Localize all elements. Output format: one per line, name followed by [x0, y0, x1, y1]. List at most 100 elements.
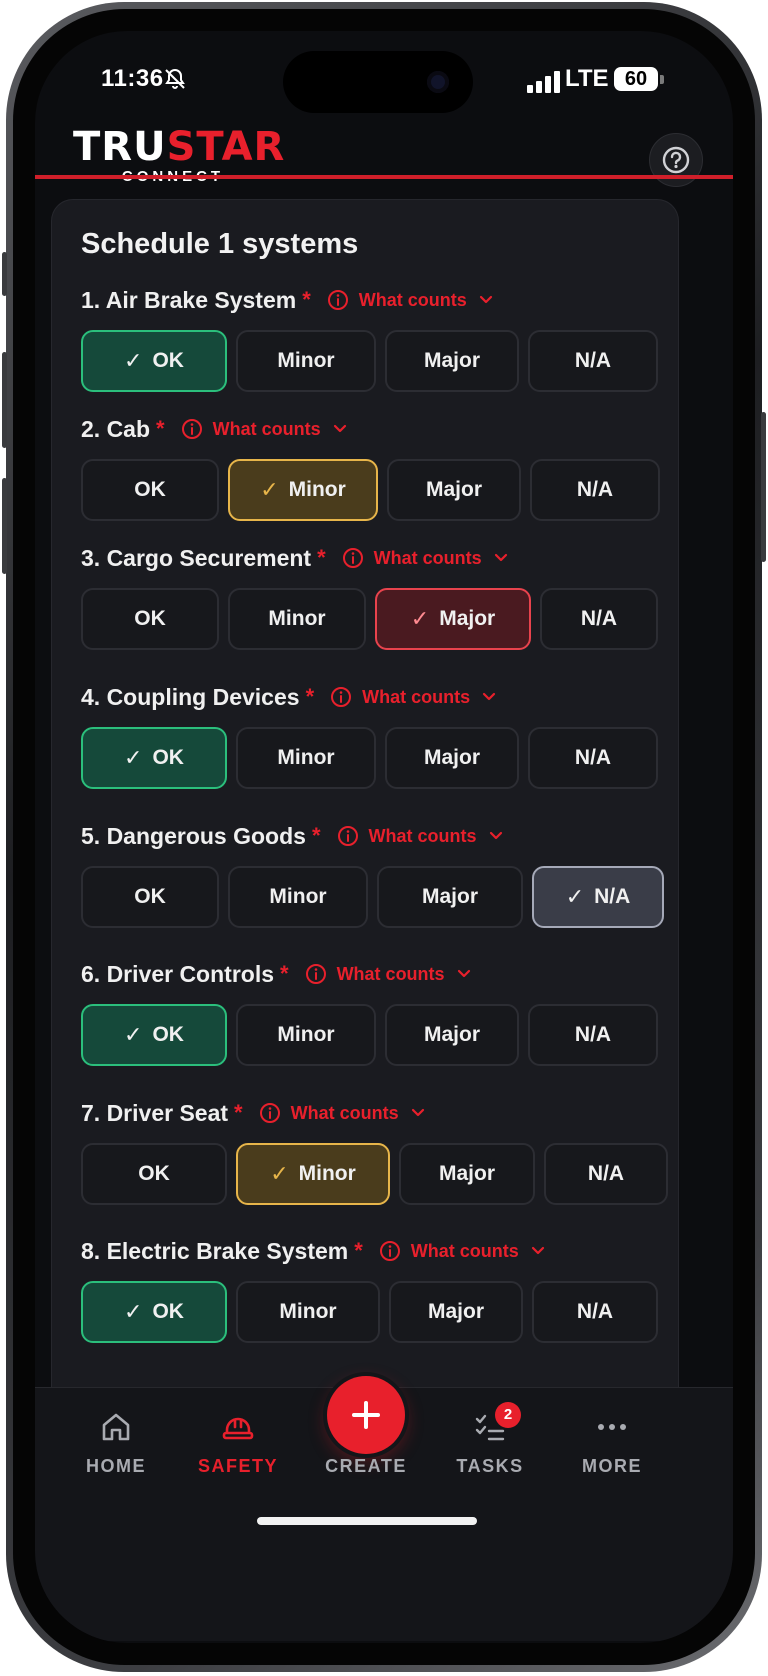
severity-options: ✓ OK Minor Major N/A [81, 1004, 661, 1068]
question-header: 2. Cab * What counts [81, 409, 661, 449]
nav-create-label: CREATE [325, 1456, 407, 1476]
option-ok-button[interactable]: ✓ OK [81, 1281, 227, 1343]
what-counts-toggle[interactable]: What counts [337, 825, 513, 847]
option-label: OK [134, 478, 166, 501]
check-icon: ✓ [124, 1299, 143, 1324]
option-label: Major [423, 349, 480, 372]
volume-up-button [2, 352, 7, 448]
option-label: Major [423, 746, 480, 769]
bell-slash-icon [165, 68, 185, 89]
info-icon [259, 1103, 280, 1123]
option-minor-button[interactable]: Minor [236, 1004, 376, 1066]
card-title: Schedule 1 systems [81, 228, 359, 260]
question-item: 4. Coupling Devices * What counts ✓ OK Minor M… [81, 677, 661, 791]
option-major-button[interactable]: Major [385, 1004, 519, 1066]
option-minor-button[interactable]: Minor [228, 588, 366, 650]
what-counts-toggle[interactable]: What counts [342, 547, 518, 569]
option-na-button[interactable]: N/A [532, 1281, 658, 1343]
home-indicator[interactable] [257, 1517, 477, 1525]
nav-safety-label: SAFETY [197, 1456, 278, 1476]
option-label: Major [438, 1162, 495, 1185]
option-ok-button[interactable]: ✓ OK [81, 727, 227, 789]
what-counts-toggle[interactable]: What counts [181, 418, 357, 440]
info-icon [305, 964, 326, 984]
option-na-button[interactable]: ✓ N/A [532, 866, 664, 928]
required-mark: * [317, 545, 326, 570]
option-ok-button[interactable]: OK [81, 866, 219, 928]
severity-options: OK Minor Major ✓ N/A [81, 866, 664, 930]
option-label: Major [439, 607, 496, 630]
what-counts-toggle[interactable]: What counts [379, 1240, 555, 1262]
option-label: Minor [268, 607, 326, 630]
severity-options: ✓ OK Minor Major N/A [81, 1281, 661, 1345]
option-label: OK [152, 1300, 184, 1323]
nav-tasks-label: TASKS [456, 1456, 524, 1476]
option-ok-button[interactable]: ✓ OK [81, 330, 227, 392]
hard-hat-icon [222, 1417, 254, 1440]
option-major-button[interactable]: Major [389, 1281, 523, 1343]
option-major-button[interactable]: Major [377, 866, 523, 928]
option-minor-button[interactable]: ✓ Minor [236, 1143, 390, 1205]
plus-icon [352, 1401, 380, 1429]
option-label: N/A [587, 1162, 625, 1185]
dynamic-island [283, 51, 473, 113]
option-ok-button[interactable]: OK [81, 588, 219, 650]
option-minor-button[interactable]: Minor [236, 1281, 380, 1343]
option-major-button[interactable]: ✓ Major [375, 588, 531, 650]
header-divider [35, 175, 733, 179]
option-label: Major [421, 885, 478, 908]
severity-options: ✓ OK Minor Major N/A [81, 330, 661, 394]
option-label: N/A [580, 607, 618, 630]
option-label: OK [152, 1023, 184, 1046]
option-major-button[interactable]: Major [387, 459, 521, 521]
what-counts-toggle[interactable]: What counts [330, 686, 506, 708]
option-minor-button[interactable]: ✓ Minor [228, 459, 378, 521]
option-minor-button[interactable]: Minor [236, 330, 376, 392]
logo-wordmark: TRUSTAR [73, 124, 286, 170]
option-ok-button[interactable]: OK [81, 1143, 227, 1205]
mute-switch [2, 252, 7, 296]
what-counts-toggle[interactable]: What counts [305, 963, 481, 985]
app-header: TRUSTAR CONNECT [35, 121, 733, 201]
bezel: 11:36 LTE 60 TRUSTAR Schedule 1 systems … [13, 9, 755, 1665]
option-ok-button[interactable]: OK [81, 459, 219, 521]
required-mark: * [234, 1100, 243, 1125]
chevron-down-icon [531, 1246, 544, 1255]
option-major-button[interactable]: Major [385, 330, 519, 392]
check-icon: ✓ [124, 348, 143, 373]
severity-options: OK ✓ Minor Major N/A [81, 459, 661, 523]
battery-tip [660, 75, 664, 84]
question-label: 3. Cargo Securement [81, 544, 312, 571]
info-icon [327, 290, 348, 310]
option-minor-button[interactable]: Minor [236, 727, 376, 789]
check-icon: ✓ [124, 1022, 143, 1047]
what-counts-label: What counts [212, 418, 321, 439]
question-item: 5. Dangerous Goods * What counts OK Minor Maj… [81, 816, 664, 930]
what-counts-label: What counts [336, 963, 445, 984]
option-na-button[interactable]: N/A [528, 1004, 658, 1066]
option-na-button[interactable]: N/A [544, 1143, 668, 1205]
question-header: 6. Driver Controls * What counts [81, 954, 661, 994]
question-header: 4. Coupling Devices * What counts [81, 677, 661, 717]
option-label: Minor [269, 885, 327, 908]
what-counts-toggle[interactable]: What counts [327, 289, 503, 311]
question-label: 8. Electric Brake System [81, 1237, 349, 1264]
option-label: OK [152, 349, 184, 372]
option-ok-button[interactable]: ✓ OK [81, 1004, 227, 1066]
option-na-button[interactable]: N/A [540, 588, 658, 650]
option-na-button[interactable]: N/A [528, 330, 658, 392]
severity-options: ✓ OK Minor Major N/A [81, 727, 661, 791]
chevron-down-icon [457, 969, 470, 978]
what-counts-toggle[interactable]: What counts [259, 1102, 435, 1124]
network-type: LTE [565, 65, 609, 92]
what-counts-label: What counts [368, 825, 477, 846]
option-major-button[interactable]: Major [385, 727, 519, 789]
option-major-button[interactable]: Major [399, 1143, 535, 1205]
option-na-button[interactable]: N/A [528, 727, 658, 789]
option-label: N/A [574, 1023, 612, 1046]
option-minor-button[interactable]: Minor [228, 866, 368, 928]
question-label: 7. Driver Seat [81, 1099, 229, 1126]
question-label: 5. Dangerous Goods [81, 822, 306, 849]
option-na-button[interactable]: N/A [530, 459, 660, 521]
create-button[interactable] [327, 1376, 405, 1454]
